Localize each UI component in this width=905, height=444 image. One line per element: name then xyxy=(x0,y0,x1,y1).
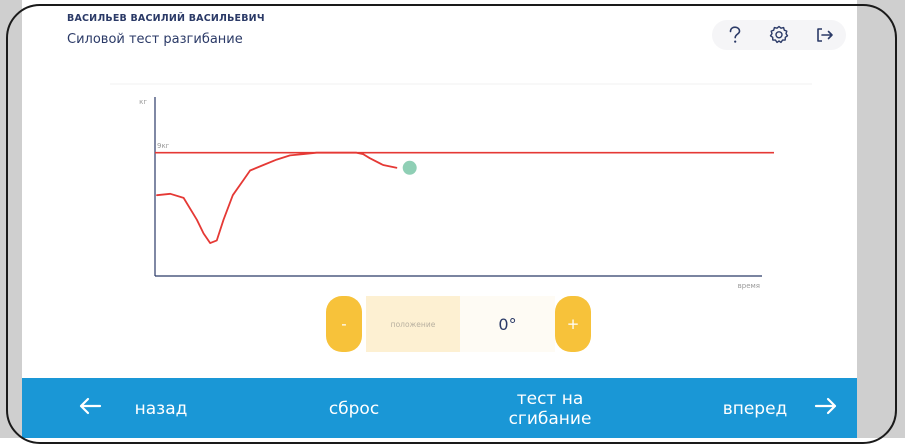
flex-test-label-line1: тест на xyxy=(516,389,584,409)
position-label: положение xyxy=(366,296,460,352)
back-button[interactable]: назад xyxy=(130,399,192,419)
forward-arrow-icon[interactable] xyxy=(814,396,838,421)
flex-test-button[interactable]: тест на сгибание xyxy=(500,389,600,429)
flex-test-label-line2: сгибание xyxy=(508,409,592,429)
position-value: 0° xyxy=(460,296,555,352)
app-screen xyxy=(22,0,857,438)
logout-icon[interactable] xyxy=(810,20,840,50)
top-toolbar xyxy=(712,20,846,50)
question-icon[interactable] xyxy=(720,20,750,50)
user-name: ВАСИЛЬЕВ ВАСИЛИЙ ВАСИЛЬЕВИЧ xyxy=(67,13,265,24)
minus-label: - xyxy=(341,315,347,333)
back-arrow-icon[interactable] xyxy=(78,396,102,421)
forward-button[interactable]: вперед xyxy=(718,399,792,419)
page-title: Силовой тест разгибание xyxy=(67,32,243,47)
device-bezel-right xyxy=(857,0,905,438)
plus-label: + xyxy=(566,315,580,333)
device-bezel-left xyxy=(0,0,22,438)
gear-icon[interactable] xyxy=(764,20,794,50)
decrease-position-button[interactable]: - xyxy=(326,296,362,352)
increase-position-button[interactable]: + xyxy=(555,296,591,352)
reset-button[interactable]: сброс xyxy=(320,399,388,419)
